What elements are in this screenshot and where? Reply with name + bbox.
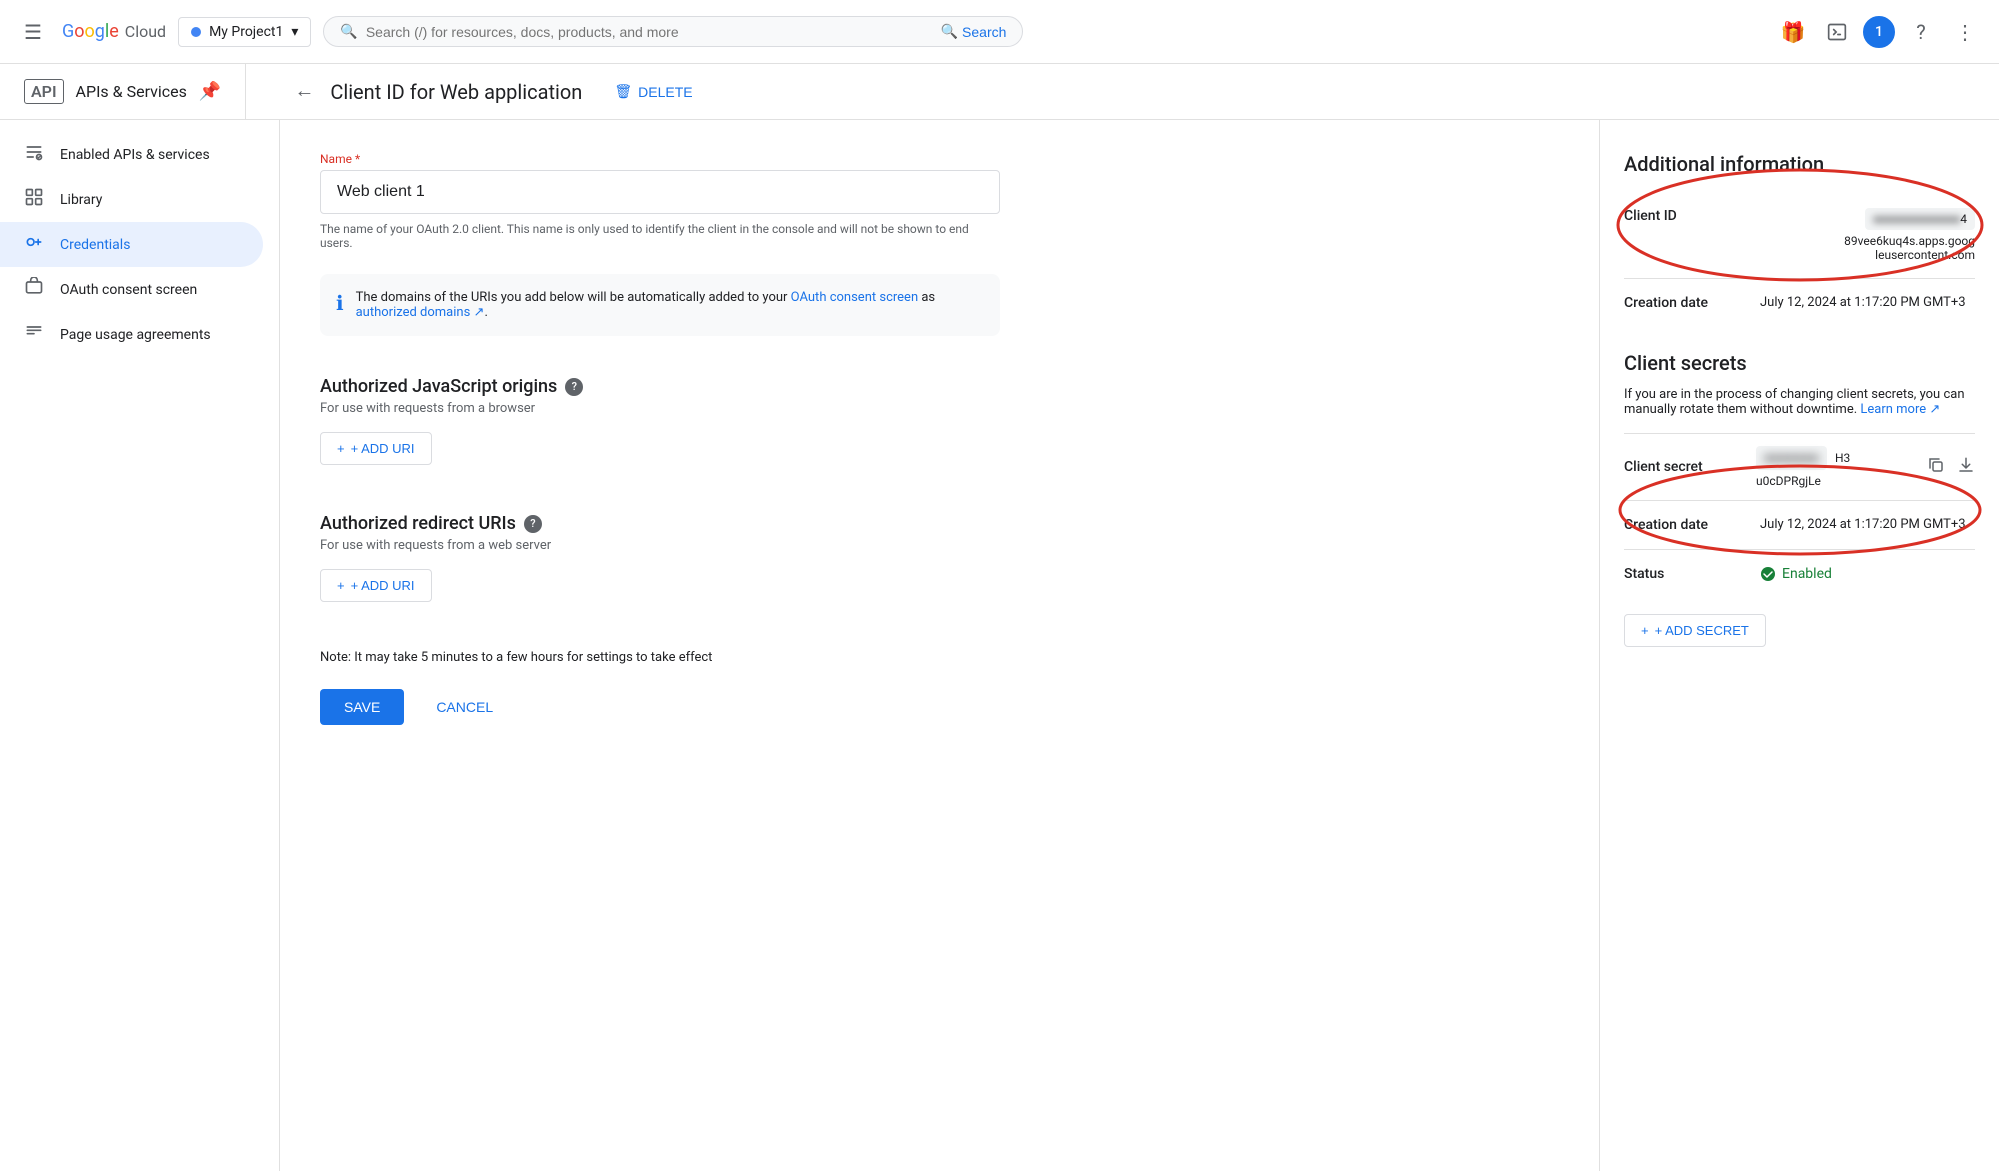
google-cloud-logo: Google Cloud bbox=[62, 21, 166, 42]
search-icon: 🔍 bbox=[340, 24, 357, 40]
oauth-consent-link[interactable]: OAuth consent screen bbox=[791, 290, 918, 305]
delete-button[interactable]: 🗑 DELETE bbox=[614, 83, 692, 100]
add-js-uri-button[interactable]: + + ADD URI bbox=[320, 432, 432, 465]
delete-icon: 🗑 bbox=[614, 83, 632, 100]
client-secrets-desc: If you are in the process of changing cl… bbox=[1624, 387, 1975, 417]
info-banner: ℹ The domains of the URIs you add below … bbox=[320, 274, 1000, 336]
sidebar-label-library: Library bbox=[60, 192, 102, 208]
info-text: The domains of the URIs you add below wi… bbox=[356, 290, 984, 320]
plus-icon-3: + bbox=[1641, 623, 1649, 638]
client-id-value-2: leusercontent.com bbox=[1875, 248, 1975, 262]
page-title: Client ID for Web application bbox=[330, 80, 582, 104]
content-area: Name * The name of your OAuth 2.0 client… bbox=[280, 120, 1599, 1171]
nav-icons-group: 🎁 1 ? ⋮ bbox=[1775, 14, 1983, 50]
learn-more-link[interactable]: Learn more ↗ bbox=[1860, 402, 1940, 417]
hamburger-icon[interactable]: ☰ bbox=[16, 12, 50, 52]
sidebar-item-enabled[interactable]: Enabled APIs & services bbox=[0, 132, 263, 177]
api-badge: API bbox=[24, 79, 64, 104]
client-id-label: Client ID bbox=[1624, 208, 1744, 224]
right-panel: Additional information Client ID ●●●●●●●… bbox=[1599, 120, 1999, 1171]
sidebar-label-credentials: Credentials bbox=[60, 237, 130, 253]
client-id-blurred: ●●●●●●●●●●●●4 bbox=[1865, 208, 1975, 230]
help-icon[interactable]: ? bbox=[1903, 14, 1939, 50]
creation-date-value-1: July 12, 2024 at 1:17:20 PM GMT+3 bbox=[1760, 295, 1966, 310]
sidebar-item-oauth[interactable]: OAuth consent screen bbox=[0, 267, 263, 312]
js-origins-title: Authorized JavaScript origins ? bbox=[320, 376, 1000, 397]
project-selector[interactable]: My Project1 ▾ bbox=[178, 17, 311, 47]
additional-info-title: Additional information bbox=[1624, 152, 1975, 176]
redirect-uris-title: Authorized redirect URIs ? bbox=[320, 513, 1000, 534]
plus-icon-1: + bbox=[337, 441, 345, 456]
creation-date-label-2: Creation date bbox=[1624, 517, 1744, 533]
top-navigation: ☰ Google Cloud My Project1 ▾ 🔍 🔍 Search … bbox=[0, 0, 1999, 64]
client-secret-suffix: H3 bbox=[1835, 451, 1850, 465]
authorized-domains-link[interactable]: authorized domains ↗ bbox=[356, 305, 485, 320]
project-dot bbox=[191, 27, 201, 37]
sidebar-label-page-usage: Page usage agreements bbox=[60, 327, 211, 343]
download-icon[interactable] bbox=[1957, 456, 1975, 479]
main-layout: Enabled APIs & services Library Credenti… bbox=[0, 120, 1999, 1171]
sidebar: Enabled APIs & services Library Credenti… bbox=[0, 120, 280, 1171]
status-label: Status bbox=[1624, 566, 1744, 582]
library-icon bbox=[24, 187, 44, 212]
info-icon: ℹ bbox=[336, 291, 344, 315]
copy-icon[interactable] bbox=[1927, 456, 1945, 479]
form-section: Name * The name of your OAuth 2.0 client… bbox=[320, 152, 1000, 725]
name-hint: The name of your OAuth 2.0 client. This … bbox=[320, 222, 1000, 250]
page-usage-icon bbox=[24, 322, 44, 347]
name-input[interactable] bbox=[320, 170, 1000, 214]
pin-icon[interactable]: 📌 bbox=[199, 81, 221, 102]
sidebar-label-enabled: Enabled APIs & services bbox=[60, 147, 210, 163]
terminal-icon[interactable] bbox=[1819, 14, 1855, 50]
credentials-icon bbox=[24, 232, 44, 257]
apis-services-title: APIs & Services bbox=[76, 82, 187, 101]
creation-date-value-2: July 12, 2024 at 1:17:20 PM GMT+3 bbox=[1760, 517, 1966, 532]
more-icon[interactable]: ⋮ bbox=[1947, 14, 1983, 50]
name-field-label: Name * bbox=[320, 152, 1000, 166]
chevron-down-icon: ▾ bbox=[291, 24, 298, 40]
search-icon-btn: 🔍 bbox=[941, 23, 958, 40]
user-avatar[interactable]: 1 bbox=[1863, 16, 1895, 48]
plus-icon-2: + bbox=[337, 578, 345, 593]
gift-icon[interactable]: 🎁 bbox=[1775, 14, 1811, 50]
save-button[interactable]: SAVE bbox=[320, 689, 404, 725]
js-origins-help-icon[interactable]: ? bbox=[565, 378, 583, 396]
sidebar-item-page-usage[interactable]: Page usage agreements bbox=[0, 312, 263, 357]
enabled-icon bbox=[24, 142, 44, 167]
oauth-icon bbox=[24, 277, 44, 302]
search-bar[interactable]: 🔍 🔍 Search bbox=[323, 16, 1023, 47]
add-redirect-uri-button[interactable]: + + ADD URI bbox=[320, 569, 432, 602]
redirect-help-icon[interactable]: ? bbox=[524, 515, 542, 533]
client-secret-blurred: ●●●●●●● bbox=[1756, 446, 1827, 470]
add-secret-button[interactable]: + + ADD SECRET bbox=[1624, 614, 1766, 647]
client-id-value-1: 89vee6kuq4s.apps.goog bbox=[1844, 234, 1975, 248]
status-enabled-icon bbox=[1760, 566, 1776, 582]
note-text: Note: It may take 5 minutes to a few hou… bbox=[320, 650, 1000, 665]
search-button[interactable]: 🔍 Search bbox=[941, 23, 1007, 40]
cancel-button[interactable]: CANCEL bbox=[420, 689, 509, 725]
js-origins-hint: For use with requests from a browser bbox=[320, 401, 1000, 416]
project-name: My Project1 bbox=[209, 24, 283, 40]
creation-date-label-1: Creation date bbox=[1624, 295, 1744, 311]
status-badge: Enabled bbox=[1760, 566, 1832, 582]
redirect-hint: For use with requests from a web server bbox=[320, 538, 1000, 553]
back-button[interactable]: ← bbox=[294, 80, 314, 103]
client-secrets-title: Client secrets bbox=[1624, 351, 1975, 375]
client-secret-label: Client secret bbox=[1624, 459, 1744, 475]
action-buttons: SAVE CANCEL bbox=[320, 689, 1000, 725]
sidebar-item-credentials[interactable]: Credentials bbox=[0, 222, 263, 267]
status-value: Enabled bbox=[1782, 566, 1832, 582]
client-secret-value: u0cDPRgjLe bbox=[1756, 474, 1915, 488]
sidebar-item-library[interactable]: Library bbox=[0, 177, 263, 222]
sidebar-label-oauth: OAuth consent screen bbox=[60, 282, 197, 298]
search-input[interactable] bbox=[366, 24, 933, 40]
